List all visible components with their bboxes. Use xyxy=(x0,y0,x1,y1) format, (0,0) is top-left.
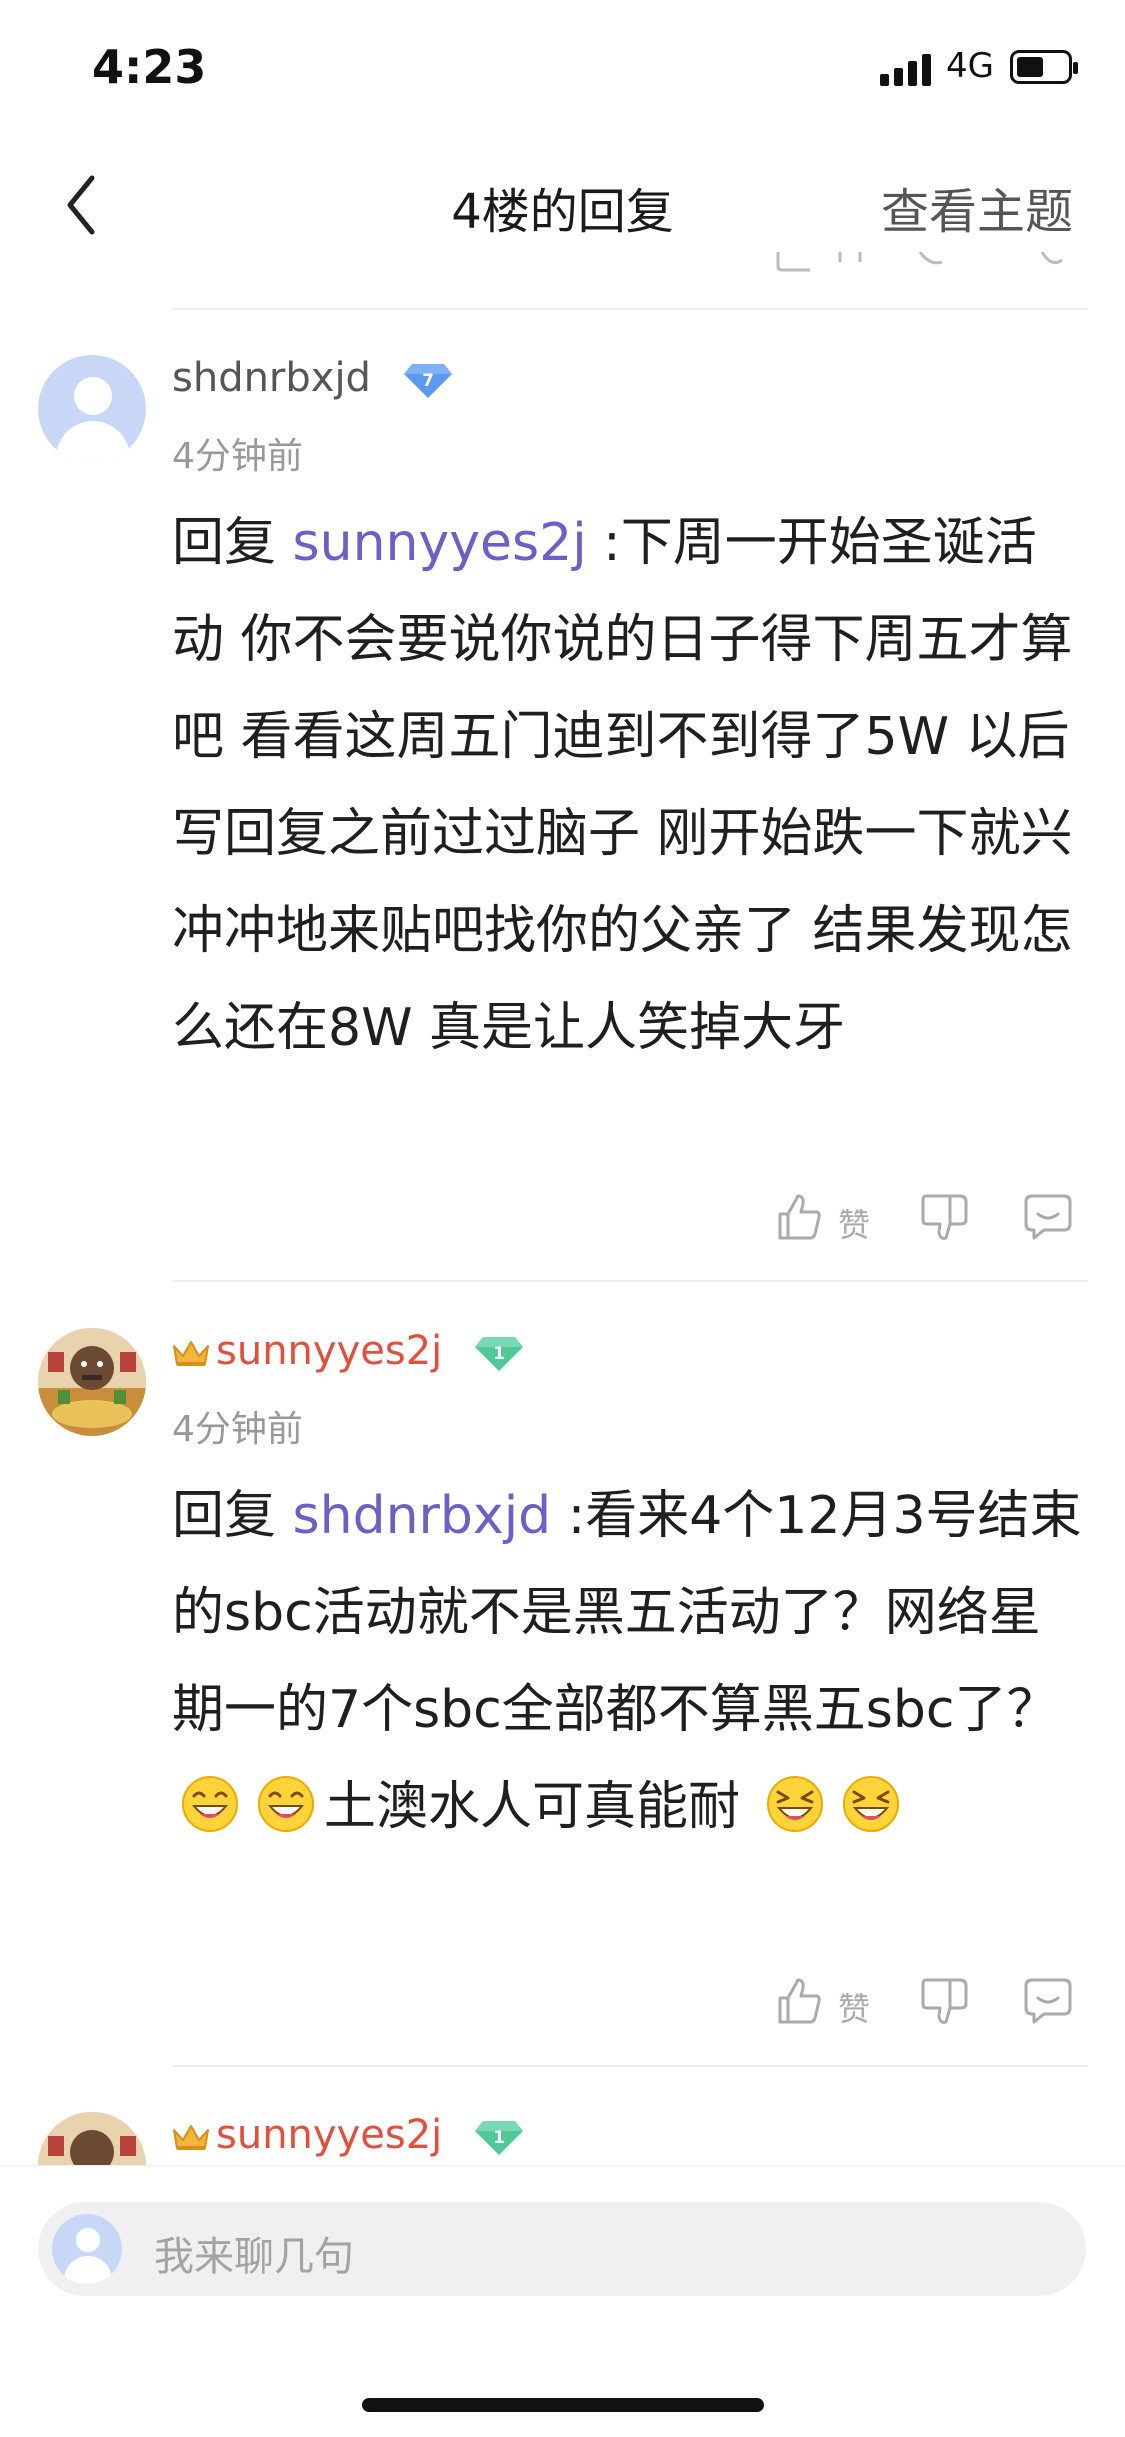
mention-link[interactable]: shdnrbxjd xyxy=(293,1486,552,1546)
like-label[interactable]: 赞 xyxy=(838,1200,870,1246)
time-ago: 4分钟前 xyxy=(172,436,303,477)
comment-item: sunnyyes2j 1 xyxy=(0,2112,1125,2165)
svg-text:7: 7 xyxy=(422,371,434,391)
crown-icon xyxy=(173,2125,209,2150)
like-icon[interactable] xyxy=(776,1192,822,1242)
my-avatar xyxy=(52,2214,122,2284)
laugh-emoji-icon xyxy=(842,1776,899,1832)
status-time: 4:23 xyxy=(92,40,207,94)
dislike-icon[interactable] xyxy=(920,1192,970,1244)
home-indicator xyxy=(362,2398,764,2412)
network-type: 4G xyxy=(946,46,994,86)
view-topic-link[interactable]: 查看主题 xyxy=(881,172,1073,242)
grin-emoji-icon xyxy=(258,1776,314,1832)
comment-input-bar: 我来聊几句 xyxy=(0,2165,1125,2437)
previous-actions-cutoff xyxy=(770,252,1090,274)
grin-emoji-icon xyxy=(182,1776,238,1832)
mention-link[interactable]: sunnyyes2j xyxy=(293,513,587,573)
status-bar: 4:23 4G xyxy=(0,0,1125,130)
comment-actions: 赞 xyxy=(0,1188,1125,1248)
avatar[interactable] xyxy=(38,1328,146,1436)
laugh-emoji-icon xyxy=(766,1776,823,1832)
cellular-signal-icon xyxy=(880,54,931,86)
dislike-icon[interactable] xyxy=(920,1976,970,2028)
comment-actions: 赞 xyxy=(0,1972,1125,2032)
reply-icon[interactable] xyxy=(1022,1192,1074,1242)
comment-input[interactable]: 我来聊几句 xyxy=(38,2202,1086,2296)
avatar[interactable] xyxy=(38,2112,146,2165)
crown-icon xyxy=(173,1341,209,1366)
username[interactable]: shdnrbxjd 7 xyxy=(172,355,454,401)
divider xyxy=(172,1280,1088,1282)
username-text: sunnyyes2j xyxy=(216,2112,443,2158)
time-ago: 4分钟前 xyxy=(172,1409,303,1450)
input-placeholder[interactable]: 我来聊几句 xyxy=(154,2224,354,2282)
battery-icon xyxy=(1010,50,1078,84)
svg-text:1: 1 xyxy=(493,2128,505,2148)
nav-bar: 4楼的回复 查看主题 xyxy=(0,150,1125,260)
divider xyxy=(172,2065,1088,2067)
diamond-badge-icon: 7 xyxy=(403,364,452,398)
username-text: sunnyyes2j xyxy=(216,1328,443,1374)
like-icon[interactable] xyxy=(776,1976,822,2026)
comment-text: 回复 sunnyyes2j :下周一开始圣诞活动 你不会要说你说的日子得下周五才… xyxy=(172,513,1073,1058)
username[interactable]: sunnyyes2j 1 xyxy=(172,1328,525,1374)
username[interactable]: sunnyyes2j 1 xyxy=(172,2112,525,2158)
reply-icon[interactable] xyxy=(1022,1976,1074,2026)
comment-text: 回复 shdnrbxjd :看来4个12月3号结束的sbc活动就不是黑五活动了？… xyxy=(172,1486,1082,1837)
avatar[interactable] xyxy=(38,355,146,463)
username-text: shdnrbxjd xyxy=(172,355,371,401)
svg-text:1: 1 xyxy=(493,1344,505,1364)
divider xyxy=(172,308,1088,310)
diamond-badge-icon: 1 xyxy=(474,2121,523,2155)
like-label[interactable]: 赞 xyxy=(838,1984,870,2030)
diamond-badge-icon: 1 xyxy=(474,1337,523,1371)
